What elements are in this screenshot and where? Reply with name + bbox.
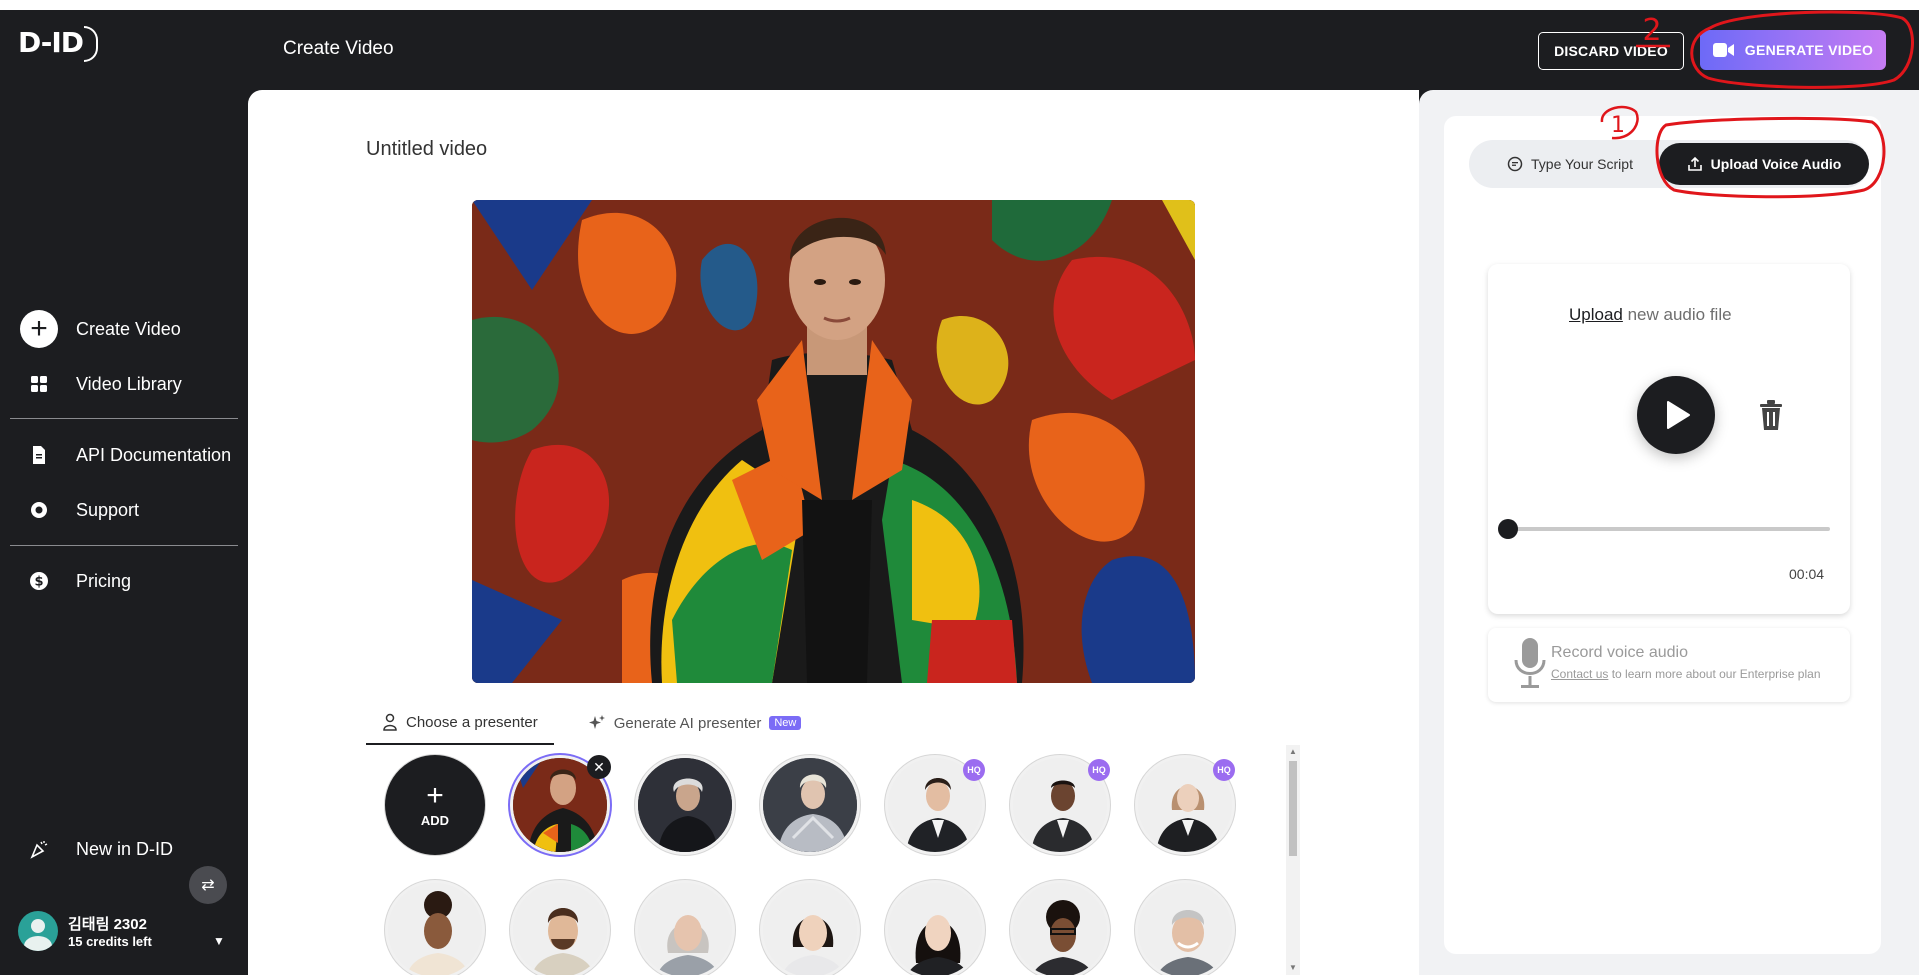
presenter-thumbnail[interactable] (1010, 880, 1110, 975)
add-presenter-button[interactable]: + ADD (385, 755, 485, 855)
audio-progress-knob[interactable] (1498, 519, 1518, 539)
presenter-grid-scrollbar[interactable]: ▲ ▼ (1286, 745, 1300, 975)
chevron-down-icon[interactable]: ▼ (213, 934, 225, 948)
tab-choose-presenter[interactable]: Choose a presenter (366, 703, 554, 745)
presenter-face-image (388, 883, 482, 975)
presenter-thumbnail[interactable] (760, 880, 860, 975)
scroll-up-icon[interactable]: ▲ (1289, 747, 1297, 756)
new-badge: New (769, 716, 802, 730)
svg-text:$: $ (34, 575, 43, 590)
tab-generate-ai-presenter[interactable]: Generate AI presenter New (572, 703, 818, 745)
sidebar-divider (10, 545, 238, 546)
user-credits: 15 credits left (68, 934, 152, 949)
trash-icon[interactable] (1759, 400, 1783, 430)
video-title[interactable]: Untitled video (366, 138, 487, 161)
presenter-thumbnail[interactable] (510, 880, 610, 975)
presenter-thumbnail[interactable] (635, 880, 735, 975)
microphone-icon (1514, 638, 1546, 688)
sidebar-item-label: Pricing (76, 570, 132, 591)
person-icon (383, 713, 397, 731)
user-name: 김태림 2302 (68, 916, 147, 933)
scroll-down-icon[interactable]: ▼ (1289, 963, 1297, 972)
tab-upload-voice-audio[interactable]: Upload Voice Audio (1659, 143, 1869, 185)
tab-label: Generate AI presenter (613, 714, 762, 732)
generate-video-button[interactable]: GENERATE VIDEO (1700, 30, 1886, 70)
presenter-face-image (513, 883, 607, 975)
logo-face-icon (84, 26, 99, 62)
sidebar-divider (10, 418, 238, 419)
generate-video-label: GENERATE VIDEO (1744, 42, 1874, 58)
sidebar-item-label: Create Video (76, 318, 181, 339)
close-icon: ✕ (593, 758, 605, 775)
sidebar-item-api-documentation[interactable]: API Documentation (20, 436, 231, 474)
swap-icon: ⇄ (201, 877, 215, 894)
sparkle-icon (588, 715, 605, 729)
grid-icon (20, 365, 58, 403)
party-icon (20, 830, 58, 868)
play-button[interactable] (1637, 376, 1715, 454)
presenter-face-image (1013, 883, 1107, 975)
presenter-thumbnail[interactable] (760, 755, 860, 855)
presenter-grid: + ADD ✕ HQ HQ HQ (380, 750, 1260, 975)
presenter-face-image (763, 883, 857, 975)
scrollbar-thumb[interactable] (1289, 761, 1297, 856)
presenter-portrait-image (472, 200, 1195, 683)
presenter-thumbnail[interactable] (885, 880, 985, 975)
presenter-face-image (638, 883, 732, 975)
audio-duration: 00:04 (1789, 566, 1825, 582)
presenter-thumbnail[interactable] (1135, 880, 1235, 975)
hq-badge: HQ (1088, 759, 1110, 781)
browser-top-strip (0, 0, 1919, 10)
presenter-face-image (888, 883, 982, 975)
user-profile[interactable]: 김태림 2302 15 credits left (18, 911, 152, 951)
lifebuoy-icon (20, 491, 58, 529)
sidebar-item-create-video[interactable]: + Create Video (20, 310, 181, 348)
d-id-logo[interactable]: D-ID (18, 26, 99, 62)
presenter-preview-image (472, 200, 1195, 683)
sidebar-item-label: Video Library (76, 373, 182, 394)
presenter-thumbnail[interactable] (385, 880, 485, 975)
discard-video-button[interactable]: DISCARD VIDEO (1538, 32, 1684, 70)
sidebar-item-label: API Documentation (76, 444, 232, 465)
plus-icon: + (20, 310, 58, 348)
switch-account-button[interactable]: ⇄ (189, 866, 227, 904)
play-icon (1667, 401, 1690, 429)
upload-audio-line: Upload new audio file (1569, 305, 1732, 324)
sidebar-item-new-in-d-id[interactable]: New in D-ID (20, 830, 173, 868)
sidebar-item-label: Support (76, 499, 140, 520)
tab-label: Choose a presenter (406, 713, 538, 731)
audio-progress-track[interactable] (1508, 527, 1830, 531)
video-camera-icon (1712, 43, 1734, 57)
contact-us-link[interactable]: Contact us (1551, 667, 1608, 681)
dollar-icon: $ (20, 562, 58, 600)
hq-badge: HQ (963, 759, 985, 781)
record-voice-title: Record voice audio (1551, 644, 1688, 661)
sidebar-item-pricing[interactable]: $ Pricing (20, 562, 131, 600)
record-voice-subtitle: Contact us to learn more about our Enter… (1551, 667, 1821, 681)
remove-presenter-button[interactable]: ✕ (587, 755, 611, 779)
upload-icon (1687, 156, 1702, 171)
avatar (18, 911, 58, 951)
document-icon (20, 436, 58, 474)
hq-badge: HQ (1213, 759, 1235, 781)
presenter-face-image (638, 758, 732, 852)
page-title: Create Video (283, 38, 394, 59)
presenter-face-image (1138, 883, 1232, 975)
presenter-tabs: Choose a presenter Generate AI presenter… (366, 703, 817, 745)
sidebar-item-video-library[interactable]: Video Library (20, 365, 182, 403)
upload-link[interactable]: Upload (1569, 305, 1623, 324)
sidebar-item-support[interactable]: Support (20, 491, 139, 529)
chat-icon (1507, 156, 1523, 172)
sidebar-item-label: New in D-ID (76, 838, 174, 859)
tab-type-your-script[interactable]: Type Your Script (1480, 143, 1660, 185)
presenter-thumbnail[interactable] (635, 755, 735, 855)
plus-icon: + (426, 778, 444, 812)
presenter-face-image (763, 758, 857, 852)
